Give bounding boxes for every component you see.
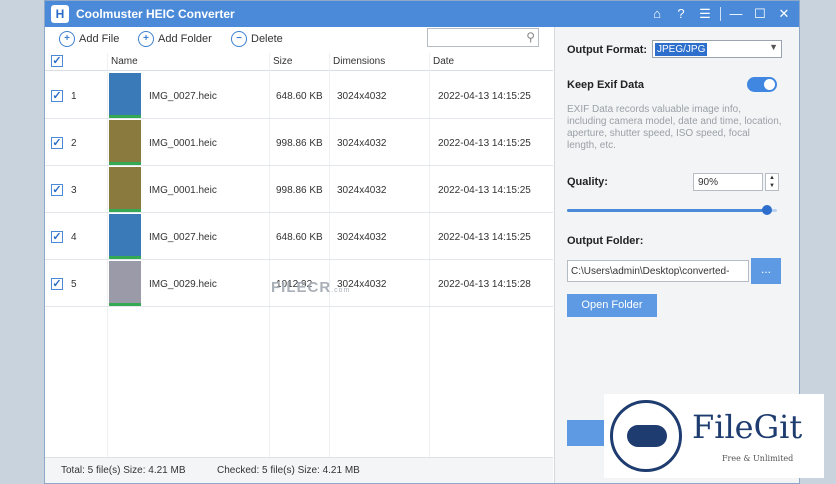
select-all-checkbox[interactable]: ✓ (51, 55, 63, 67)
output-format-label: Output Format: (567, 44, 648, 56)
file-list-panel: + Add File + Add Folder − Delete ⚲ ✓ Nam… (45, 27, 553, 483)
keep-exif-label: Keep Exif Data (567, 79, 645, 91)
row-file-name: IMG_0029.heic (149, 279, 217, 290)
exif-description: EXIF Data records valuable image info, i… (567, 104, 782, 151)
row-thumbnail (109, 214, 141, 259)
row-index: 5 (71, 279, 77, 290)
row-checkbox[interactable]: ✓ (51, 278, 63, 290)
output-folder-label: Output Folder: (567, 235, 644, 247)
title-bar: H Coolmuster HEIC Converter ⌂? ☰ — ☐ ✕ (45, 1, 799, 27)
row-date: 2022-04-13 14:15:25 (438, 91, 531, 102)
filecr-watermark: FILECR.com (271, 279, 351, 296)
row-file-name: IMG_0027.heic (149, 91, 217, 102)
filegit-tagline: Free & Unlimited (722, 454, 794, 463)
row-dimensions: 3024x4032 (337, 138, 387, 149)
row-file-name: IMG_0027.heic (149, 232, 217, 243)
filegit-watermark: FileGit Free & Unlimited (604, 394, 824, 478)
help-icon[interactable]: ? (672, 5, 690, 23)
minimize-icon[interactable]: — (727, 5, 745, 23)
row-checkbox[interactable]: ✓ (51, 90, 63, 102)
output-folder-field[interactable]: C:\Users\admin\Desktop\converted- (567, 260, 749, 282)
search-icon[interactable]: ⚲ (526, 30, 535, 44)
row-checkbox[interactable]: ✓ (51, 137, 63, 149)
row-thumbnail (109, 73, 141, 118)
toggle-knob (764, 79, 775, 90)
app-title: Coolmuster HEIC Converter (76, 7, 235, 21)
close-icon[interactable]: ✕ (775, 5, 793, 23)
output-format-select[interactable]: JPEG/JPG ▼ (652, 40, 782, 58)
row-index: 2 (71, 138, 77, 149)
table-row[interactable]: ✓ 2 IMG_0001.heic 998.86 KB 3024x4032 2022-04… (45, 119, 553, 166)
filegit-name: FileGit (692, 408, 803, 446)
row-thumbnail (109, 167, 141, 212)
row-date: 2022-04-13 14:15:25 (438, 232, 531, 243)
app-logo-icon: H (51, 5, 69, 23)
add-folder-label: Add Folder (158, 33, 212, 45)
table-header: ✓ Name Size Dimensions Date (45, 53, 553, 71)
row-index: 4 (71, 232, 77, 243)
row-thumbnail (109, 261, 141, 306)
quality-slider-handle[interactable] (761, 205, 772, 215)
row-date: 2022-04-13 14:15:25 (438, 185, 531, 196)
table-row[interactable]: ✓ 3 IMG_0001.heic 998.86 KB 3024x4032 2022-04… (45, 166, 553, 213)
add-file-icon: + (59, 31, 75, 47)
quality-slider-fill (567, 209, 767, 212)
search-input[interactable]: ⚲ (427, 28, 539, 47)
quality-stepper[interactable]: ▲ ▼ (765, 173, 779, 191)
row-date: 2022-04-13 14:15:25 (438, 138, 531, 149)
toolbar: + Add File + Add Folder − Delete ⚲ (45, 27, 553, 53)
column-header-date[interactable]: Date (433, 56, 454, 67)
maximize-icon[interactable]: ☐ (751, 5, 769, 23)
row-file-size: 998.86 KB (276, 138, 323, 149)
row-index: 3 (71, 185, 77, 196)
home-icon[interactable]: ⌂ (648, 5, 666, 23)
add-folder-button[interactable]: + Add Folder (138, 31, 212, 47)
delete-button[interactable]: − Delete (231, 31, 283, 47)
browse-button[interactable]: ... (751, 258, 781, 284)
row-dimensions: 3024x4032 (337, 185, 387, 196)
status-total: Total: 5 file(s) Size: 4.21 MB (61, 465, 186, 476)
title-buttons: ⌂? ☰ — ☐ ✕ (648, 5, 793, 23)
row-date: 2022-04-13 14:15:28 (438, 279, 531, 290)
column-header-size[interactable]: Size (273, 56, 292, 67)
row-checkbox[interactable]: ✓ (51, 231, 63, 243)
delete-icon: − (231, 31, 247, 47)
quality-label: Quality: (567, 176, 608, 188)
chevron-down-icon: ▼ (769, 42, 778, 52)
add-file-button[interactable]: + Add File (59, 31, 119, 47)
row-file-size: 648.60 KB (276, 91, 323, 102)
delete-label: Delete (251, 33, 283, 45)
row-file-size: 998.86 KB (276, 185, 323, 196)
open-folder-button[interactable]: Open Folder (567, 294, 657, 317)
add-folder-icon: + (138, 31, 154, 47)
table-row[interactable]: ✓ 1 IMG_0027.heic 648.60 KB 3024x4032 2022-04… (45, 72, 553, 119)
title-separator (720, 7, 721, 21)
row-thumbnail (109, 120, 141, 165)
filegit-logo-icon (610, 400, 682, 472)
row-file-name: IMG_0001.heic (149, 138, 217, 149)
column-header-dimensions[interactable]: Dimensions (333, 56, 385, 67)
add-file-label: Add File (79, 33, 120, 45)
row-dimensions: 3024x4032 (337, 232, 387, 243)
table-row[interactable]: ✓ 4 IMG_0027.heic 648.60 KB 3024x4032 2022-04… (45, 213, 553, 260)
quality-input[interactable]: 90% (693, 173, 763, 191)
quality-slider[interactable] (567, 205, 777, 215)
keep-exif-toggle[interactable] (747, 77, 777, 92)
row-file-name: IMG_0001.heic (149, 185, 217, 196)
column-header-name[interactable]: Name (111, 56, 138, 67)
feedback-icon[interactable]: ☰ (696, 5, 714, 23)
row-dimensions: 3024x4032 (337, 91, 387, 102)
row-file-size: 648.60 KB (276, 232, 323, 243)
status-checked: Checked: 5 file(s) Size: 4.21 MB (217, 465, 360, 476)
status-bar: Total: 5 file(s) Size: 4.21 MB Checked: … (45, 457, 553, 483)
output-format-value: JPEG/JPG (655, 43, 708, 56)
row-index: 1 (71, 91, 77, 102)
row-checkbox[interactable]: ✓ (51, 184, 63, 196)
